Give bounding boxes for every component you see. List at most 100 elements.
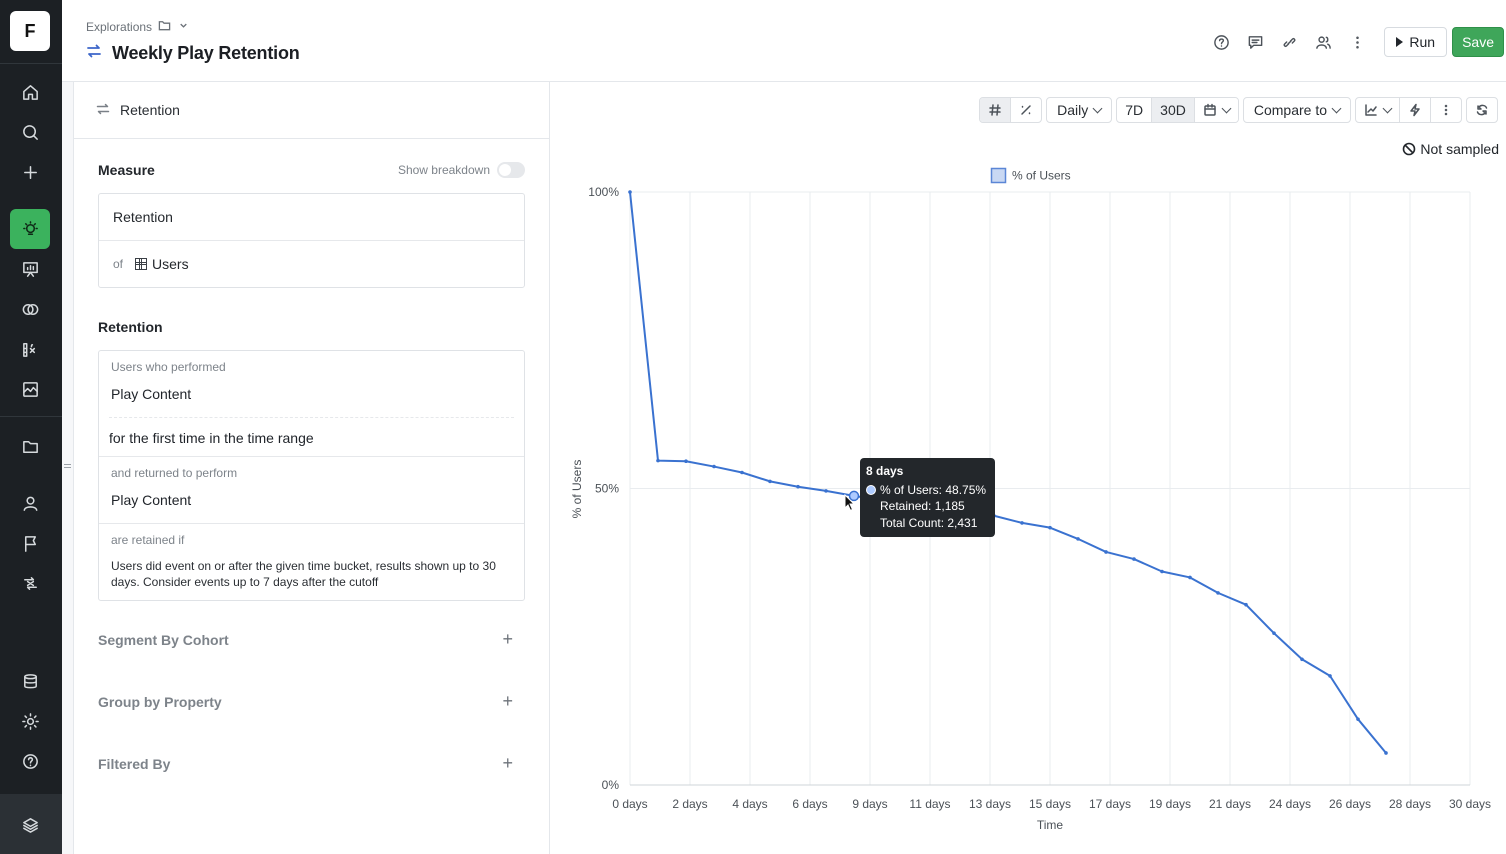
chevron-down-icon: [1331, 103, 1342, 113]
settings-gear-icon[interactable]: [10, 701, 50, 741]
flag-icon[interactable]: [10, 523, 50, 563]
tooltip-retained: Retained: 1,185: [880, 499, 965, 513]
compare-to-dropdown[interactable]: Compare to: [1244, 98, 1350, 122]
comment-icon[interactable]: [1238, 27, 1272, 57]
breadcrumb-label[interactable]: Explorations: [86, 20, 152, 34]
panel-resize-handle[interactable]: [62, 82, 74, 854]
no-sampling-icon: [1403, 142, 1416, 156]
database-icon[interactable]: [10, 661, 50, 701]
presentation-icon[interactable]: [10, 249, 50, 289]
link-icon[interactable]: [1272, 27, 1306, 57]
sampling-status-label: Not sampled: [1420, 141, 1499, 157]
grip-icon: [64, 464, 71, 468]
folder-icon[interactable]: [10, 426, 50, 466]
divider: [109, 417, 514, 418]
query-builder-panel: Retention Measure Show breakdown Retenti…: [62, 82, 550, 854]
tooltip-total: Total Count: 2,431: [880, 516, 978, 530]
measure-card: Retention of Users: [98, 193, 525, 288]
table-icon: [135, 258, 148, 270]
of-label: of: [113, 257, 124, 271]
more-vertical-icon[interactable]: [1340, 27, 1374, 57]
divider: [99, 456, 524, 457]
divider: [99, 523, 524, 524]
chevron-down-icon[interactable]: [177, 19, 190, 35]
granularity-value: Daily: [1057, 102, 1089, 118]
analysis-type-selector[interactable]: Retention: [74, 82, 550, 139]
add-filter-plus-icon[interactable]: +: [502, 753, 513, 774]
metrics-fx-icon[interactable]: [10, 329, 50, 369]
line-chart-icon: [1365, 104, 1377, 116]
page-title[interactable]: Weekly Play Retention: [112, 43, 300, 64]
segment-by-cohort-heading: Segment By Cohort: [98, 632, 229, 648]
chart-type-select[interactable]: [1356, 98, 1400, 122]
analysis-type-label: Retention: [120, 102, 180, 118]
granularity-dropdown[interactable]: Daily: [1047, 98, 1111, 122]
first-time-condition[interactable]: for the first time in the time range: [109, 430, 314, 446]
returned-label: and returned to perform: [111, 466, 238, 480]
chart-tooltip: 8 days % of Users: 48.75% Retained: 1,18…: [860, 458, 995, 537]
lightning-icon[interactable]: [1400, 98, 1431, 122]
help-icon[interactable]: [10, 741, 50, 781]
more-vertical-icon[interactable]: [1431, 98, 1461, 122]
date-range-presets: 7D 30D: [1116, 97, 1239, 123]
retained-if-label: are retained if: [111, 533, 185, 547]
filtered-by-heading: Filtered By: [98, 756, 171, 772]
home-icon[interactable]: [10, 72, 50, 112]
add-segment-plus-icon[interactable]: +: [502, 629, 513, 650]
hash-count-icon[interactable]: [980, 98, 1012, 122]
top-header: Explorations Weekly Play Retention Run S…: [62, 0, 1506, 82]
play-icon: [1396, 37, 1404, 47]
compare-to-label: Compare to: [1253, 102, 1327, 118]
swap-arrows-icon: [96, 102, 110, 119]
measure-metric-select[interactable]: Retention: [99, 194, 524, 241]
return-event-select[interactable]: Play Content: [111, 492, 191, 508]
run-button[interactable]: Run: [1384, 27, 1448, 57]
user-icon[interactable]: [10, 483, 50, 523]
search-icon[interactable]: [10, 112, 50, 152]
brand-stack-icon[interactable]: [10, 804, 50, 844]
overlap-circles-icon[interactable]: [10, 289, 50, 329]
compare-to-select[interactable]: Compare to: [1242, 97, 1351, 123]
experiment-icon[interactable]: [10, 563, 50, 603]
measure-entity-value: Users: [152, 256, 189, 272]
measure-entity-select[interactable]: of Users: [99, 241, 524, 287]
value-format-toggle: [979, 97, 1043, 123]
granularity-select[interactable]: Daily: [1046, 97, 1113, 123]
plus-icon[interactable]: [10, 152, 50, 192]
brand-footer: [0, 794, 62, 854]
chevron-down-icon: [1092, 103, 1103, 113]
measure-metric-value: Retention: [113, 209, 173, 225]
save-button[interactable]: Save: [1452, 27, 1504, 57]
breadcrumb[interactable]: Explorations: [86, 19, 190, 35]
show-breakdown-toggle[interactable]: [497, 162, 525, 178]
sampling-status: Not sampled: [1402, 141, 1499, 157]
range-7d-button[interactable]: 7D: [1117, 98, 1153, 122]
folder-icon[interactable]: [158, 19, 171, 35]
rail-divider: [0, 416, 62, 417]
tooltip-series-value: % of Users: 48.75%: [880, 483, 987, 497]
retained-if-criteria[interactable]: Users did event on or after the given ti…: [111, 558, 506, 590]
retention-heading: Retention: [98, 319, 163, 335]
run-label: Run: [1409, 34, 1436, 50]
date-picker[interactable]: [1194, 98, 1238, 122]
first-event-select[interactable]: Play Content: [111, 386, 191, 402]
explorations-bulb-icon[interactable]: [10, 209, 50, 249]
chevron-down-icon: [1221, 103, 1232, 113]
chart-toolbar: Daily 7D 30D Compare to: [979, 97, 1498, 123]
retention-card: Users who performed Play Content for the…: [98, 350, 525, 601]
chart-image-icon[interactable]: [10, 369, 50, 409]
measure-heading: Measure: [98, 162, 155, 178]
app-logo[interactable]: F: [10, 11, 50, 51]
tooltip-title: 8 days: [866, 464, 904, 478]
range-30d-button[interactable]: 30D: [1152, 98, 1195, 122]
share-users-icon[interactable]: [1306, 27, 1340, 57]
series-dot-icon: [866, 485, 876, 495]
add-group-plus-icon[interactable]: +: [502, 691, 513, 712]
swap-arrows-icon: [86, 43, 102, 64]
percent-icon[interactable]: [1011, 98, 1041, 122]
mouse-cursor-icon: [844, 494, 856, 512]
refresh-icon[interactable]: [1467, 98, 1497, 122]
refresh-group: [1466, 97, 1498, 123]
help-icon[interactable]: [1204, 27, 1238, 57]
chevron-down-icon: [1382, 103, 1393, 113]
